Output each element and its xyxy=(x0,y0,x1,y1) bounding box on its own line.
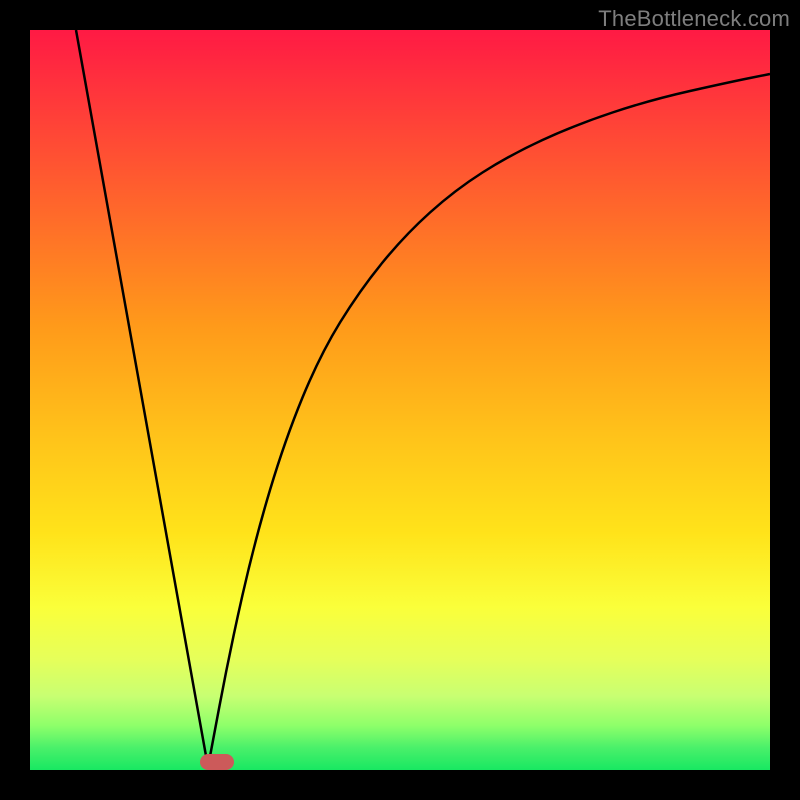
curve-path xyxy=(76,30,770,767)
chart-svg xyxy=(30,30,770,770)
bottleneck-marker xyxy=(200,754,234,770)
watermark-label: TheBottleneck.com xyxy=(598,6,790,32)
chart-frame: TheBottleneck.com xyxy=(0,0,800,800)
plot-area xyxy=(30,30,770,770)
